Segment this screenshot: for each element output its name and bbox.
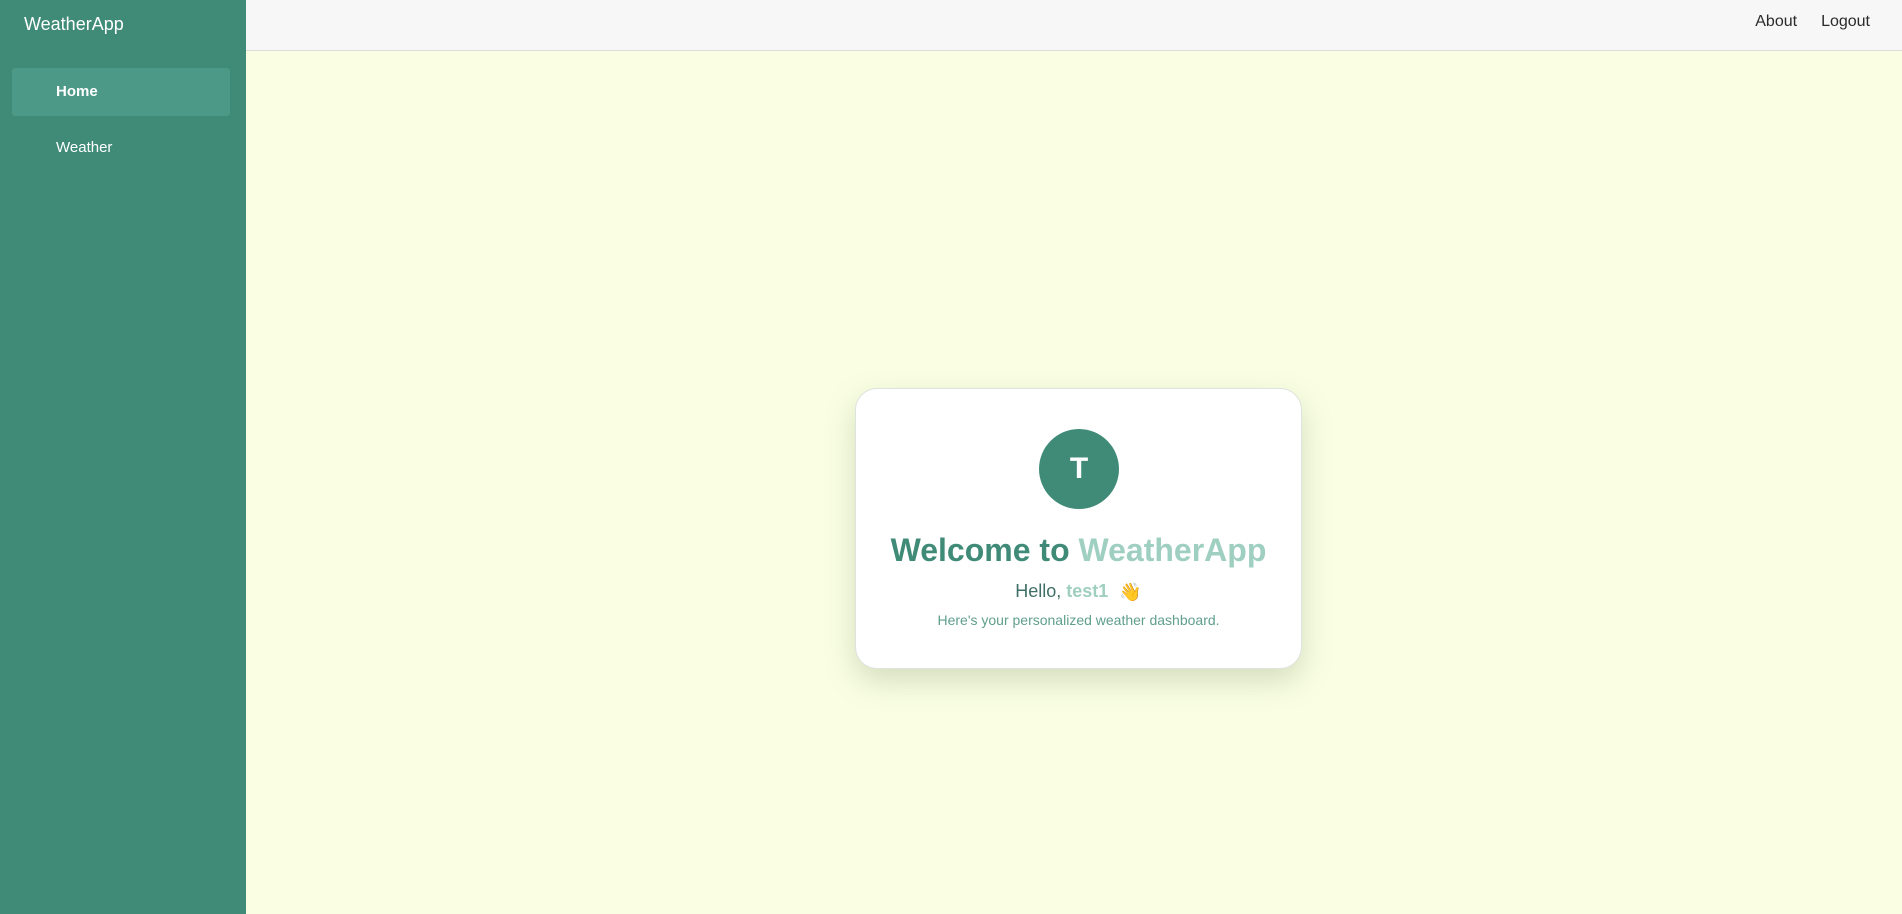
sidebar-item-home[interactable]: Home	[12, 68, 230, 116]
dashboard-subtitle: Here's your personalized weather dashboa…	[937, 612, 1220, 628]
sidebar: WeatherApp Home Weather	[0, 0, 246, 914]
top-navbar: About Logout	[246, 0, 1902, 51]
app-brand[interactable]: WeatherApp	[24, 12, 124, 36]
sidebar-item-weather[interactable]: Weather	[12, 124, 230, 172]
sidebar-nav: Home Weather	[12, 68, 230, 180]
hello-line: Hello, test1 👋	[856, 579, 1301, 604]
hello-prefix: Hello,	[1015, 581, 1062, 601]
welcome-card: T Welcome to WeatherApp Hello, test1 👋 H…	[855, 388, 1302, 669]
logout-link[interactable]: Logout	[1821, 13, 1870, 31]
welcome-title: Welcome to WeatherApp	[856, 530, 1301, 570]
wave-icon: 👋	[1119, 582, 1142, 602]
about-link[interactable]: About	[1755, 13, 1797, 31]
avatar: T	[1039, 429, 1119, 509]
top-links: About Logout	[1755, 13, 1870, 31]
username: test1	[1066, 581, 1109, 601]
welcome-app-name: WeatherApp	[1078, 532, 1267, 568]
welcome-prefix: Welcome to	[890, 532, 1070, 568]
